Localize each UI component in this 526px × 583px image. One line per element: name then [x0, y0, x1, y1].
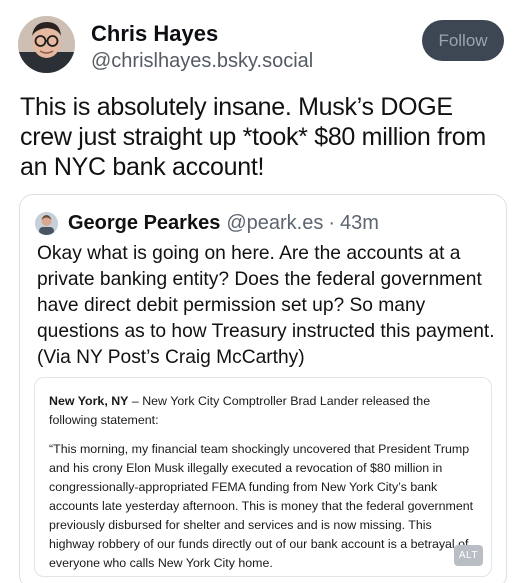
person-avatar-icon — [18, 16, 75, 73]
follow-button[interactable]: Follow — [422, 20, 504, 61]
meta-separator: · — [328, 211, 336, 234]
statement-body: “This morning, my financial team shockin… — [49, 442, 474, 570]
author-display-name[interactable]: Chris Hayes — [91, 21, 313, 47]
post-header: Chris Hayes @chrislhayes.bsky.social Fol… — [18, 16, 510, 76]
quoted-post-card[interactable]: George Pearkes @peark.es · 43m Okay what… — [19, 194, 507, 583]
alt-text-badge[interactable]: ALT — [453, 545, 483, 566]
embedded-statement-image[interactable]: New York, NY – New York City Comptroller… — [34, 377, 492, 577]
quoted-post-text: Okay what is going on here. Are the acco… — [37, 243, 495, 368]
quoted-author-handle[interactable]: @peark.es — [226, 212, 323, 235]
person-avatar-icon — [35, 211, 58, 235]
quoted-post-header: George Pearkes @peark.es · 43m — [35, 211, 379, 235]
statement-intro: New York, NY – New York City Comptroller… — [49, 392, 477, 430]
quoted-author-avatar[interactable] — [35, 211, 58, 235]
statement-location: New York, NY — [49, 394, 129, 408]
author-handle[interactable]: @chrislhayes.bsky.social — [91, 48, 313, 74]
post-text: This is absolutely insane. Musk’s DOGE c… — [20, 93, 486, 181]
author-avatar[interactable] — [18, 16, 75, 73]
quoted-post-timestamp[interactable]: 43m — [340, 212, 379, 235]
author-names: Chris Hayes @chrislhayes.bsky.social — [91, 21, 313, 74]
quoted-author-display-name[interactable]: George Pearkes — [68, 212, 220, 235]
